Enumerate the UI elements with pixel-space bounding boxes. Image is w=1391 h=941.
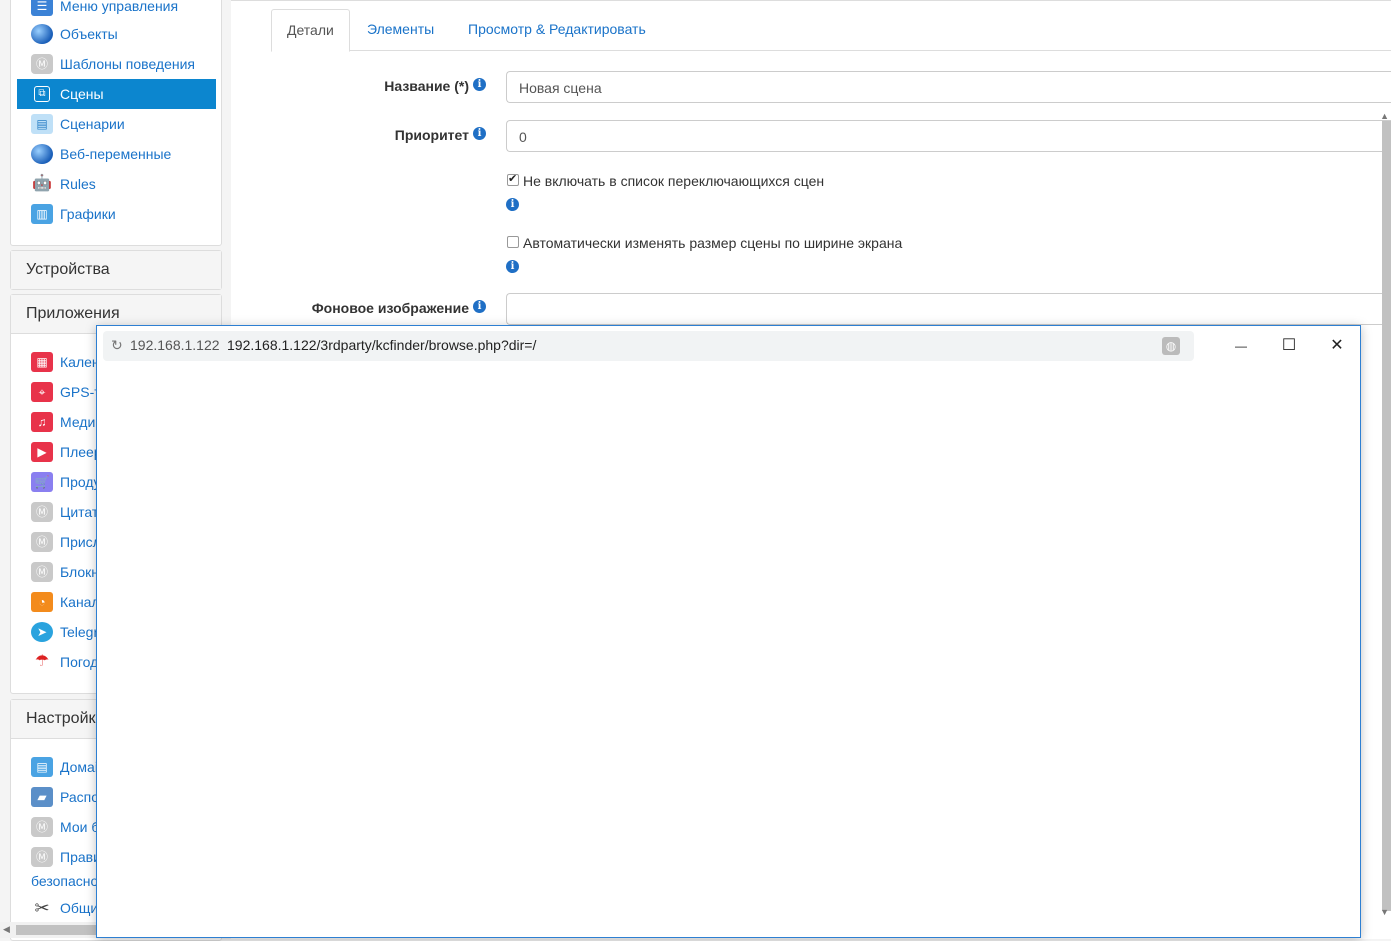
module-icon: Ⓜ — [31, 54, 53, 74]
close-button[interactable]: ✕ — [1325, 334, 1349, 358]
sidebar-item-menu[interactable]: ☰ Меню управления — [17, 0, 216, 21]
vertical-scroll-thumb[interactable] — [1382, 121, 1391, 911]
cart-icon: 🛒 — [31, 472, 53, 492]
address-bar[interactable]: ↻ 192.168.1.122 192.168.1.122/3rdparty/k… — [103, 331, 1194, 361]
scripts-icon: ▤ — [31, 114, 53, 134]
priority-label: Приоритет i — [395, 127, 486, 143]
info-icon[interactable]: i — [473, 78, 486, 91]
exclude-checkbox[interactable] — [507, 172, 519, 186]
scroll-down-arrow[interactable]: ▼ — [1380, 907, 1389, 917]
autoresize-checkbox-label[interactable]: Автоматически изменять размер сцены по ш… — [523, 235, 902, 251]
tab-details[interactable]: Детали — [271, 9, 350, 52]
folder-icon: ▰ — [31, 787, 53, 807]
devices-panel[interactable]: Устройства — [10, 250, 222, 290]
tab-view-edit[interactable]: Просмотр & Редактировать — [453, 9, 661, 50]
play-icon: ▶ — [31, 442, 53, 462]
chart-icon: ▥ — [31, 204, 53, 224]
document-icon: ▤ — [31, 757, 53, 777]
info-icon[interactable]: i — [473, 300, 486, 313]
sidebar-item-behavior-templates[interactable]: Ⓜ Шаблоны поведения — [17, 49, 216, 79]
address-host: 192.168.1.122 — [130, 337, 220, 353]
music-icon: ♫ — [31, 412, 53, 432]
tab-bar: Детали Элементы Просмотр & Редактировать — [271, 9, 1391, 52]
scenes-icon: ⧉ — [34, 86, 50, 102]
rss-icon: ◔ — [31, 592, 53, 612]
priority-input[interactable]: 0 — [506, 120, 1391, 152]
sidebar-item-rules[interactable]: 🤖 Rules — [17, 169, 216, 199]
module-icon: Ⓜ — [31, 502, 53, 522]
name-input[interactable]: Новая сцена — [506, 71, 1391, 103]
reload-icon[interactable]: ↻ — [111, 337, 123, 354]
sidebar-item-objects[interactable]: Объекты — [17, 19, 216, 49]
sidebar-item-scripts[interactable]: ▤ Сценарии — [17, 109, 216, 139]
site-info-icon[interactable]: ◍ — [1162, 337, 1180, 355]
sidebar-item-web-variables[interactable]: Веб-переменные — [17, 139, 216, 169]
info-icon[interactable]: i — [506, 198, 519, 211]
maximize-button[interactable]: ☐ — [1277, 334, 1301, 358]
robot-icon: 🤖 — [32, 175, 52, 192]
module-icon: Ⓜ — [31, 532, 53, 552]
exclude-checkbox-label[interactable]: Не включать в список переключающихся сце… — [523, 173, 824, 189]
gps-icon: ⌖ — [31, 382, 53, 402]
file-browser-popup: ↻ 192.168.1.122 192.168.1.122/3rdparty/k… — [96, 325, 1361, 938]
name-label: Название (*) i — [384, 78, 486, 94]
umbrella-icon: ☂ — [34, 653, 50, 670]
autoresize-checkbox[interactable] — [507, 236, 519, 248]
devices-title[interactable]: Устройства — [11, 251, 221, 289]
background-input[interactable] — [506, 293, 1391, 325]
menu-panel: ☰ Меню управления Объекты Ⓜ Шаблоны пове… — [10, 0, 222, 246]
calendar-icon: ▦ — [31, 352, 53, 372]
horizontal-scroll-thumb[interactable] — [16, 925, 96, 935]
sidebar-item-scenes[interactable]: ⧉ Сцены — [17, 79, 216, 109]
minimize-button[interactable]: — — [1229, 334, 1253, 358]
module-icon: Ⓜ — [31, 562, 53, 582]
scroll-up-arrow[interactable]: ▲ — [1380, 111, 1389, 121]
tools-icon: ✂ — [34, 898, 50, 918]
background-label: Фоновое изображение i — [312, 300, 486, 316]
globe-icon — [31, 24, 53, 44]
address-url[interactable]: 192.168.1.122/3rdparty/kcfinder/browse.p… — [227, 337, 536, 353]
sidebar-item-charts[interactable]: ▥ Графики — [17, 199, 216, 229]
telegram-icon: ➤ — [31, 622, 53, 642]
popup-title-bar[interactable]: ↻ 192.168.1.122 192.168.1.122/3rdparty/k… — [97, 326, 1360, 367]
scroll-left-arrow[interactable]: ◀ — [3, 924, 10, 935]
module-icon: Ⓜ — [31, 847, 53, 867]
module-icon: Ⓜ — [31, 817, 53, 837]
web-globe-icon — [31, 144, 53, 164]
info-icon[interactable]: i — [506, 260, 519, 273]
popup-content — [97, 367, 1360, 937]
menu-icon: ☰ — [31, 0, 53, 16]
tab-elements[interactable]: Элементы — [352, 9, 449, 50]
info-icon[interactable]: i — [473, 127, 486, 140]
